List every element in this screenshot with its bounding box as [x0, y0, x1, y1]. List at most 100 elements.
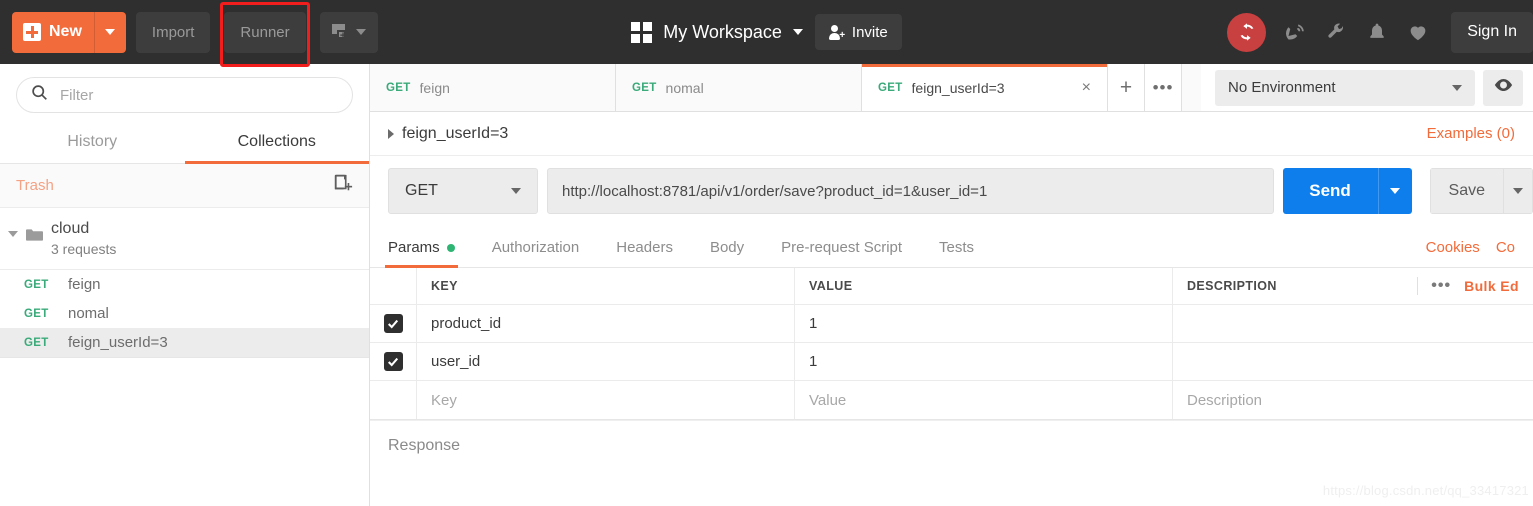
satellite-dish-icon[interactable] [1283, 20, 1307, 44]
row-checkbox-cell[interactable] [370, 381, 417, 419]
new-window-icon: + [332, 24, 350, 41]
tab-label: nomal [666, 80, 704, 96]
new-window-button[interactable]: + [320, 12, 378, 53]
tab-label: feign_userId=3 [912, 80, 1005, 96]
new-collection-icon[interactable] [333, 173, 353, 198]
sidebar-request-nomal[interactable]: GET nomal [0, 299, 369, 328]
collection-cloud[interactable]: cloud 3 requests [0, 208, 369, 270]
trash-row: Trash [0, 164, 369, 208]
search-input[interactable]: Filter [16, 77, 353, 113]
environment-select[interactable]: No Environment [1215, 70, 1475, 106]
new-button-main[interactable]: New [12, 12, 94, 53]
invite-button[interactable]: + Invite [815, 14, 902, 50]
code-link[interactable]: Co [1496, 239, 1515, 256]
param-key-placeholder[interactable]: Key [417, 381, 795, 419]
environment-quick-look-button[interactable] [1483, 70, 1523, 106]
param-description[interactable] [1173, 343, 1533, 380]
chevron-down-icon [1390, 188, 1400, 194]
param-description[interactable] [1173, 305, 1533, 342]
param-value[interactable]: 1 [795, 305, 1173, 342]
import-button[interactable]: Import [136, 12, 211, 53]
environment-area: No Environment [1201, 64, 1533, 111]
bell-icon[interactable] [1365, 20, 1389, 44]
runner-button[interactable]: Runner [224, 12, 305, 53]
column-description-label: DESCRIPTION [1187, 279, 1277, 293]
chevron-down-icon [356, 29, 366, 35]
save-dropdown-button[interactable] [1503, 168, 1533, 214]
tab-more-button[interactable]: ••• [1145, 64, 1182, 111]
tab-pre-request-script[interactable]: Pre-request Script [781, 239, 902, 267]
tab-feign-userid-3[interactable]: GET feign_userId=3 × [862, 64, 1108, 111]
param-key[interactable]: user_id [417, 343, 795, 380]
param-value-placeholder[interactable]: Value [795, 381, 1173, 419]
tab-history[interactable]: History [0, 124, 185, 163]
request-title-row: feign_userId=3 Examples (0) [370, 112, 1533, 156]
save-button[interactable]: Save [1430, 168, 1503, 214]
wrench-icon[interactable] [1324, 20, 1348, 44]
table-row[interactable]: user_id 1 [370, 343, 1533, 381]
trash-link[interactable]: Trash [16, 177, 54, 194]
tab-label: feign [420, 80, 450, 96]
tab-collections[interactable]: Collections [185, 124, 370, 163]
collection-request-count: 3 requests [51, 241, 116, 257]
row-checkbox-cell[interactable] [370, 305, 417, 342]
table-row-empty[interactable]: Key Value Description [370, 381, 1533, 419]
param-description-placeholder[interactable]: Description [1173, 381, 1533, 419]
request-tabs-right-links: Cookies Co [1426, 239, 1515, 267]
params-active-dot [447, 244, 455, 252]
add-tab-button[interactable]: + [1108, 64, 1145, 111]
tab-strip: GET feign GET nomal GET feign_userId=3 ×… [370, 64, 1201, 111]
collection-meta: cloud 3 requests [51, 220, 116, 257]
sync-icon[interactable] [1227, 13, 1266, 52]
sign-in-button[interactable]: Sign In [1451, 12, 1533, 53]
table-row[interactable]: product_id 1 [370, 305, 1533, 343]
workspace-selector[interactable]: My Workspace [631, 22, 803, 43]
bulk-edit-link[interactable]: Bulk Ed [1464, 278, 1519, 294]
close-icon[interactable]: × [1082, 80, 1091, 96]
watermark: https://blog.csdn.net/qq_33417321 [1323, 483, 1529, 498]
tab-feign[interactable]: GET feign [370, 64, 616, 111]
tab-params[interactable]: Params [388, 239, 455, 267]
person-add-icon: + [829, 25, 844, 40]
sidebar-request-feign-userid-3[interactable]: GET feign_userId=3 [0, 328, 369, 357]
request-name: nomal [68, 305, 109, 322]
chevron-down-icon [511, 188, 521, 194]
row-checkbox[interactable] [384, 352, 403, 371]
tab-tests[interactable]: Tests [939, 239, 974, 267]
heart-icon[interactable] [1406, 20, 1430, 44]
plus-icon [23, 23, 41, 41]
eye-icon [1494, 78, 1513, 97]
tab-headers[interactable]: Headers [616, 239, 673, 267]
send-button[interactable]: Send [1283, 168, 1378, 214]
chevron-right-icon[interactable] [388, 129, 394, 139]
param-key[interactable]: product_id [417, 305, 795, 342]
column-key: KEY [417, 268, 795, 304]
tab-body[interactable]: Body [710, 239, 744, 267]
main-panel: GET feign GET nomal GET feign_userId=3 ×… [370, 64, 1533, 506]
params-table: KEY VALUE DESCRIPTION ••• Bulk Ed [370, 268, 1533, 420]
url-bar: GET http://localhost:8781/api/v1/order/s… [370, 156, 1533, 226]
method-select[interactable]: GET [388, 168, 538, 214]
sidebar-tabs: History Collections [0, 124, 369, 164]
row-checkbox-cell[interactable] [370, 343, 417, 380]
examples-link[interactable]: Examples (0) [1427, 125, 1515, 142]
chevron-down-icon[interactable] [8, 231, 18, 237]
send-dropdown-button[interactable] [1378, 168, 1412, 214]
new-button-label: New [49, 23, 82, 41]
row-checkbox[interactable] [384, 314, 403, 333]
header-left-group: New Import Runner + [0, 8, 378, 57]
tab-nomal[interactable]: GET nomal [616, 64, 862, 111]
invite-button-label: Invite [852, 24, 888, 41]
request-method: GET [24, 337, 54, 349]
new-button-dropdown[interactable] [94, 12, 126, 53]
collection-name: cloud [51, 220, 116, 238]
params-more-icon[interactable]: ••• [1417, 277, 1451, 295]
url-input[interactable]: http://localhost:8781/api/v1/order/save?… [547, 168, 1274, 214]
new-button[interactable]: New [12, 12, 126, 53]
cookies-link[interactable]: Cookies [1426, 239, 1480, 256]
tab-params-label: Params [388, 239, 440, 256]
tab-authorization[interactable]: Authorization [492, 239, 580, 267]
sidebar-request-feign[interactable]: GET feign [0, 270, 369, 299]
request-method: GET [24, 279, 54, 291]
param-value[interactable]: 1 [795, 343, 1173, 380]
